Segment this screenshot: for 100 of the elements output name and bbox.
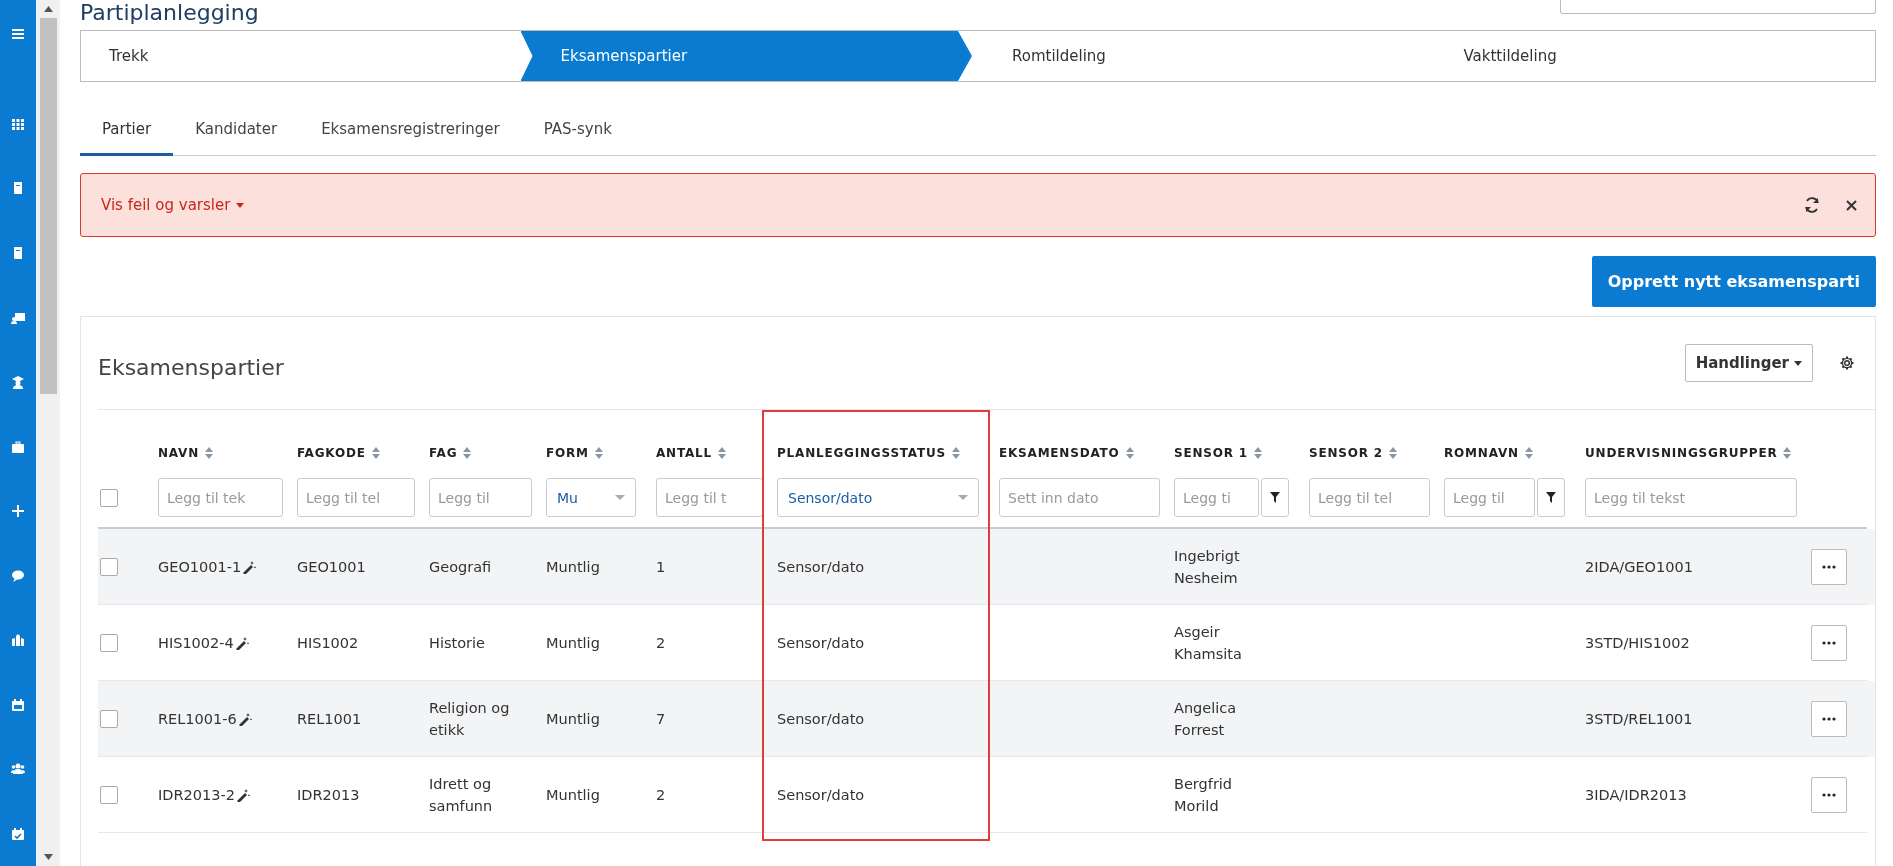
table-cell-text: Muntlig [546,633,601,653]
tab[interactable]: PAS-synk [521,104,634,156]
ellipsis-icon [1822,716,1836,721]
table-cell-text: Muntlig [546,557,601,577]
table-cell-text: 3STD/HIS1002 [1585,633,1691,653]
filter-dropdown[interactable]: Mu [546,478,636,517]
table-cell-text: REL1001 [297,709,363,729]
table-cell-text: Sensor/dato [777,785,866,805]
close-button[interactable] [1846,199,1857,211]
filter-input[interactable]: Legg til [429,478,532,517]
table-cell-text: HIS1002 [297,633,360,653]
graduate-icon [11,375,25,390]
close-icon [1846,199,1857,211]
settings-button[interactable] [1839,355,1855,371]
table-cell-text: 1 [656,557,667,577]
sort-icon [205,447,214,459]
filter-input[interactable]: Legg til [1444,478,1535,517]
magic-wand-icon [242,559,257,574]
page-title: Partiplanlegging [80,0,259,26]
table-cell-text: HIS1002-4 [158,633,235,653]
column-header[interactable]: FAG [429,446,472,460]
magic-wand-icon [237,711,252,726]
column-header[interactable]: FORM [546,446,603,460]
table-cell-text: IDR2013-2 [158,785,236,805]
sort-icon [717,447,726,459]
row-checkbox[interactable] [100,633,118,652]
filter-input[interactable]: Legg til tel [1309,478,1430,517]
caret-down-icon [958,495,968,500]
menu-icon [11,26,25,41]
select-all-checkbox[interactable] [100,488,118,507]
sort-icon [1524,447,1533,459]
grid-icon [11,116,25,131]
filter-input[interactable]: Legg til tel [297,478,415,517]
row-checkbox[interactable] [100,709,118,728]
calendar-check-icon [11,826,25,841]
wizard-step[interactable]: Eksamenspartier [520,31,972,81]
row-checkbox[interactable] [100,785,118,804]
filter-button[interactable] [1261,478,1289,517]
book-icon [11,181,25,196]
create-button[interactable]: Opprett nytt eksamensparti [1591,256,1876,307]
filter-button[interactable] [1537,478,1565,517]
filter-input[interactable]: Sett inn dato [999,478,1160,517]
sort-icon [371,447,380,459]
column-header[interactable]: SENSOR 2 [1309,446,1397,460]
table-cell-text: Sensor/dato [777,709,866,729]
settings-icon [1839,355,1855,371]
ellipsis-icon [1822,640,1836,645]
table-cell-text: Idrett og samfunn [429,774,494,816]
wizard-step[interactable]: Vakttildeling [1423,31,1875,81]
ellipsis-icon [1822,564,1836,569]
sort-icon [952,447,960,459]
table-cell-text: 2 [656,633,667,653]
briefcase-icon [11,439,25,454]
column-header[interactable]: UNDERVISNINGSGRUPPER [1585,446,1792,460]
table-cell-text: 7 [656,709,667,729]
column-header[interactable]: ROMNAVN [1444,446,1533,460]
more-options-button[interactable] [1811,624,1847,661]
tab[interactable]: Eksamensregistreringer [299,104,522,156]
people-icon [11,762,25,777]
sort-icon [1783,447,1792,459]
more-options-button[interactable] [1811,548,1847,585]
table-cell-text: Muntlig [546,709,601,729]
table-cell-text: 3IDA/IDR2013 [1585,785,1688,805]
scrollbar[interactable] [36,0,60,866]
wizard-step[interactable]: Trekk [81,31,521,81]
column-header[interactable]: ANTALL [656,446,726,460]
caret-down-icon [1794,360,1802,366]
filter-icon [1546,492,1556,503]
magic-wand-icon [234,635,249,650]
column-header[interactable]: FAGKODE [297,446,380,460]
refresh-button[interactable] [1804,197,1820,213]
filter-dropdown[interactable]: Sensor/dato [777,478,979,517]
sort-icon [1125,447,1134,459]
column-header[interactable]: NAVN [158,446,214,460]
actions-dropdown-button[interactable]: Handlinger [1684,344,1813,382]
tab[interactable]: Partier [80,104,174,156]
table-cell-text: Religion og etikk [429,698,511,740]
refresh-icon [1804,197,1820,213]
alert-toggle-link[interactable]: Vis feil og varsler [101,196,245,214]
wizard-step[interactable]: Romtildeling [972,31,1424,81]
table-cell-text: 3STD/REL1001 [1585,709,1694,729]
magic-wand-icon [235,787,250,802]
table-cell-text: Sensor/dato [777,557,866,577]
more-options-button[interactable] [1811,700,1847,737]
sort-icon [1388,447,1397,459]
column-header[interactable]: PLANLEGGINGSSTATUS [777,446,960,460]
column-header[interactable]: EKSAMENSDATO [999,446,1134,460]
tab[interactable]: Kandidater [173,104,300,156]
table-cell-text: Angelica Forrest [1174,698,1238,740]
table-cell-text: 2 [656,785,667,805]
row-checkbox[interactable] [100,557,118,576]
table-cell-text: Muntlig [546,785,601,805]
table-cell-text: 2IDA/GEO1001 [1585,557,1694,577]
filter-input[interactable]: Legg til t [656,478,763,517]
more-options-button[interactable] [1811,776,1847,813]
column-header[interactable]: SENSOR 1 [1174,446,1262,460]
select-field[interactable] [1560,0,1876,14]
filter-input[interactable]: Legg til tek [158,478,283,517]
filter-input[interactable]: Legg til tekst [1585,478,1797,517]
filter-input[interactable]: Legg ti [1174,478,1259,517]
